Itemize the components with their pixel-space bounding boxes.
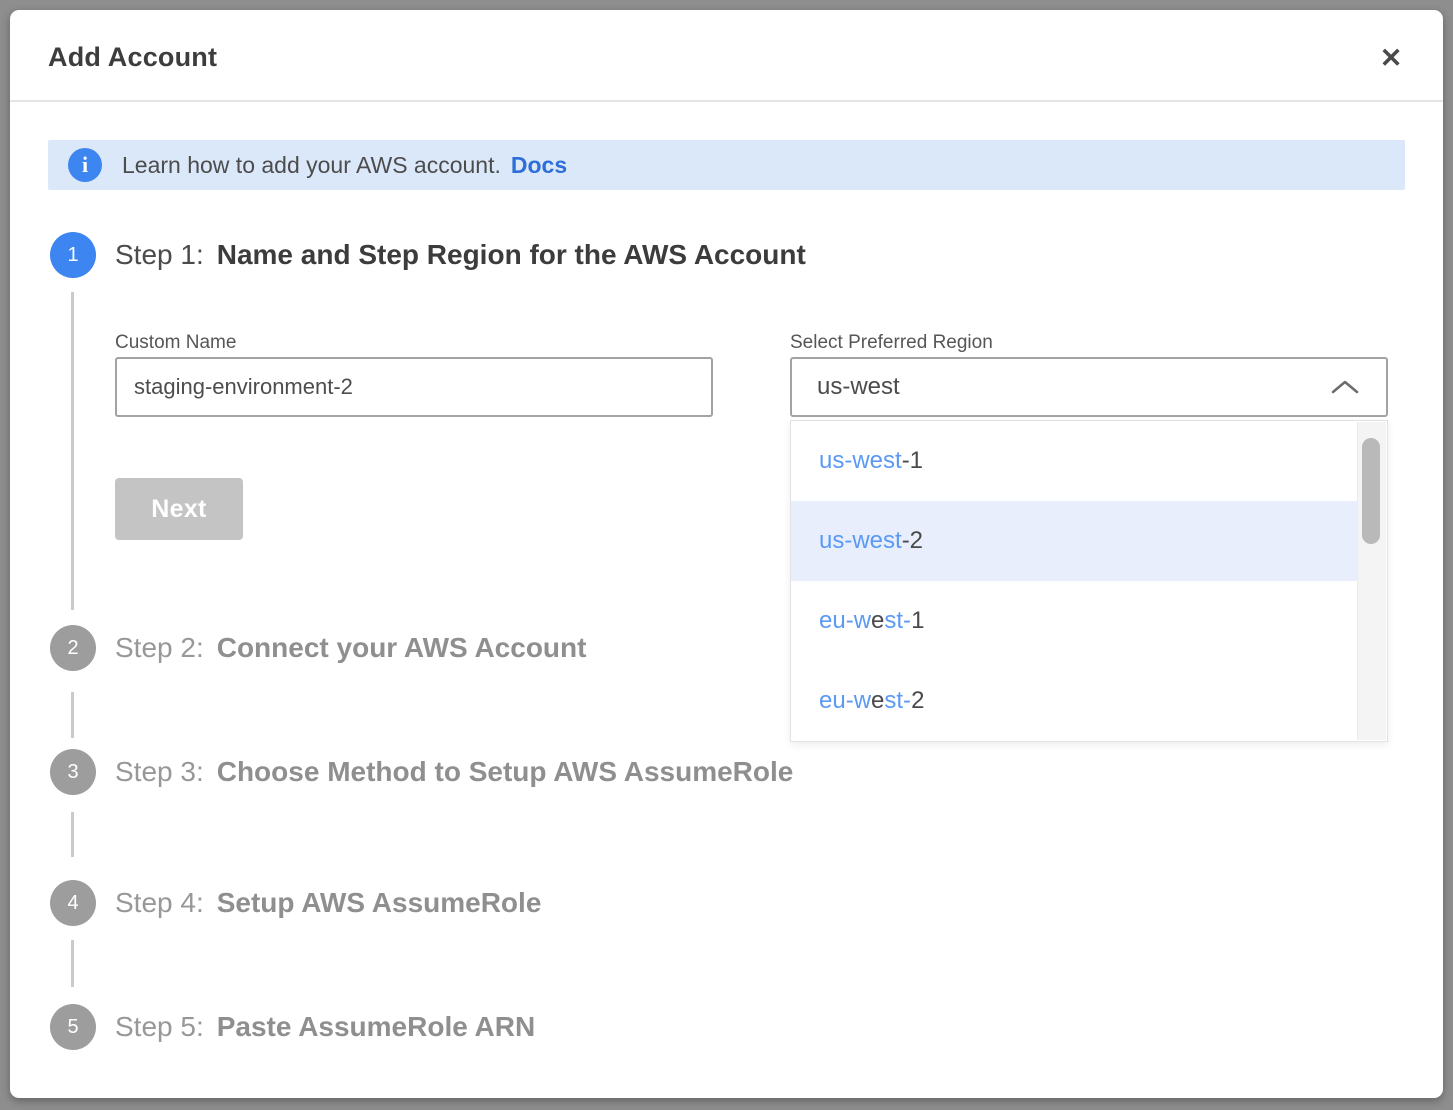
step-5-number-badge: 5 bbox=[50, 1004, 96, 1050]
region-option-text: st- bbox=[884, 687, 911, 715]
region-option-text: us-west bbox=[819, 527, 902, 555]
step-connector-1 bbox=[71, 292, 74, 610]
add-account-modal: Add Account ✕ i Learn how to add your AW… bbox=[10, 10, 1443, 1098]
info-icon: i bbox=[68, 148, 102, 182]
region-option-list: us-west-1us-west-2eu-west-1eu-west-2 bbox=[791, 421, 1357, 741]
step-3-header: 3 Step 3: Choose Method to Setup AWS Assu… bbox=[50, 749, 793, 795]
region-option-text: eu-w bbox=[819, 607, 871, 635]
region-dropdown: us-west-1us-west-2eu-west-1eu-west-2 bbox=[790, 420, 1388, 742]
header-divider bbox=[10, 100, 1443, 102]
step-4-header: 4 Step 4: Setup AWS AssumeRole bbox=[50, 880, 541, 926]
region-option-text: 1 bbox=[911, 607, 924, 635]
custom-name-label: Custom Name bbox=[115, 332, 236, 354]
step-connector-2 bbox=[71, 692, 74, 738]
region-option[interactable]: eu-west-2 bbox=[791, 661, 1357, 741]
page-title: Add Account bbox=[48, 42, 217, 73]
region-option-text: us-west bbox=[819, 447, 902, 475]
chevron-up-icon[interactable] bbox=[1330, 379, 1360, 395]
region-combobox bbox=[790, 357, 1388, 417]
next-button[interactable]: Next bbox=[115, 478, 243, 540]
step-connector-3 bbox=[71, 812, 74, 857]
step-5-title: Paste AssumeRole ARN bbox=[217, 1011, 535, 1042]
step-1-title: Name and Step Region for the AWS Account bbox=[217, 239, 806, 270]
region-option-text: e bbox=[871, 607, 884, 635]
banner-text: Learn how to add your AWS account. bbox=[122, 152, 501, 179]
region-option-text: e bbox=[871, 687, 884, 715]
step-2-header: 2 Step 2: Connect your AWS Account bbox=[50, 625, 586, 671]
dropdown-scrollbar-track bbox=[1357, 422, 1386, 740]
step-3-prefix: Step 3: bbox=[115, 756, 204, 787]
step-4-prefix: Step 4: bbox=[115, 887, 204, 918]
step-1-number-badge: 1 bbox=[50, 232, 96, 278]
step-1-prefix: Step 1: bbox=[115, 239, 204, 270]
step-4-number-badge: 4 bbox=[50, 880, 96, 926]
step-3-title: Choose Method to Setup AWS AssumeRole bbox=[217, 756, 794, 787]
region-option-text: eu-w bbox=[819, 687, 871, 715]
step-2-number-badge: 2 bbox=[50, 625, 96, 671]
step-5-prefix: Step 5: bbox=[115, 1011, 204, 1042]
docs-link[interactable]: Docs bbox=[511, 152, 567, 179]
region-input[interactable] bbox=[790, 357, 1388, 417]
region-option[interactable]: us-west-1 bbox=[791, 421, 1357, 501]
step-5-header: 5 Step 5: Paste AssumeRole ARN bbox=[50, 1004, 535, 1050]
region-option-text: -2 bbox=[902, 527, 923, 555]
info-banner: i Learn how to add your AWS account. Doc… bbox=[48, 140, 1405, 190]
region-option-text: -1 bbox=[902, 447, 923, 475]
custom-name-input[interactable] bbox=[115, 357, 713, 417]
region-option[interactable]: us-west-2 bbox=[791, 501, 1357, 581]
step-2-title: Connect your AWS Account bbox=[217, 632, 587, 663]
step-4-title: Setup AWS AssumeRole bbox=[217, 887, 542, 918]
region-option-text: 2 bbox=[911, 687, 924, 715]
step-2-prefix: Step 2: bbox=[115, 632, 204, 663]
step-3-number-badge: 3 bbox=[50, 749, 96, 795]
step-connector-4 bbox=[71, 940, 74, 987]
region-option[interactable]: eu-west-1 bbox=[791, 581, 1357, 661]
step-1-header: 1 Step 1: Name and Step Region for the AW… bbox=[50, 232, 806, 278]
region-option-text: st- bbox=[884, 607, 911, 635]
close-icon[interactable]: ✕ bbox=[1371, 38, 1411, 78]
region-label: Select Preferred Region bbox=[790, 332, 993, 354]
dropdown-scrollbar-thumb[interactable] bbox=[1362, 438, 1380, 544]
